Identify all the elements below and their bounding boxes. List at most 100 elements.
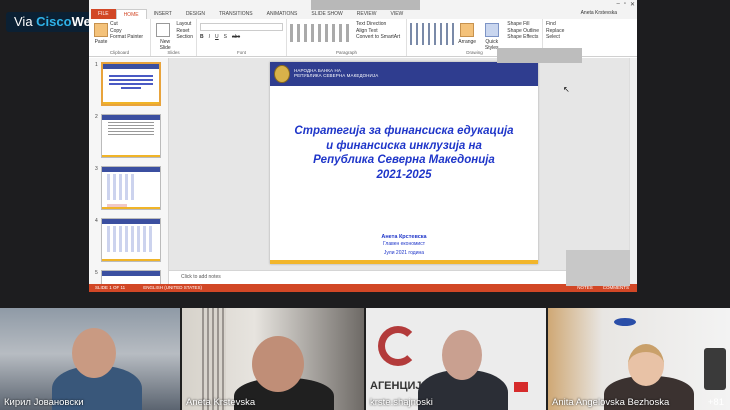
shape-effects-button[interactable]: Shape Effects bbox=[507, 34, 539, 41]
convert-smartart-button[interactable]: Convert to SmartArt bbox=[356, 34, 400, 41]
ribbon-tabs: FILE HOME INSERT DESIGN TRANSITIONS ANIM… bbox=[89, 9, 637, 19]
font-name-input[interactable] bbox=[200, 23, 283, 31]
tab-transitions[interactable]: TRANSITIONS bbox=[212, 9, 260, 19]
thumbnail-image[interactable] bbox=[101, 270, 161, 284]
minimize-icon[interactable]: – bbox=[616, 1, 619, 8]
self-view-tile[interactable] bbox=[704, 348, 726, 390]
format-painter-button[interactable]: Format Painter bbox=[110, 34, 143, 41]
thumbnail-number: 3 bbox=[95, 166, 98, 172]
tab-file[interactable]: FILE bbox=[91, 9, 116, 19]
redacted-region bbox=[311, 0, 420, 10]
institution-name: НАРОДНА БАНКА НА РЕПУБЛИКА СЕВЕРНА МАКЕД… bbox=[294, 68, 379, 78]
tab-view[interactable]: VIEW bbox=[384, 9, 411, 19]
thumbnail-image[interactable] bbox=[101, 218, 161, 262]
paragraph-group: Text Direction Align Text Convert to Sma… bbox=[287, 19, 407, 56]
slides-label: Slides bbox=[167, 50, 180, 55]
signed-in-user[interactable]: Aneta Krstevska bbox=[581, 10, 617, 16]
thumbnail-number: 2 bbox=[95, 114, 98, 120]
participant-name: krste.shajnoski bbox=[370, 397, 433, 408]
slide-footer-band bbox=[270, 260, 538, 264]
vertical-scrollbar[interactable] bbox=[629, 58, 637, 284]
slide-title-line: и финансиска инклузија на bbox=[326, 139, 482, 152]
paragraph-label: Paragraph bbox=[335, 50, 357, 55]
badge-prefix: Via bbox=[14, 14, 37, 29]
section-button[interactable]: Section bbox=[176, 34, 193, 41]
thumbnail-image[interactable] bbox=[101, 114, 161, 158]
tab-home[interactable]: HOME bbox=[115, 9, 147, 19]
thumbnail-4[interactable]: 4 bbox=[89, 214, 168, 266]
thumbnail-image[interactable] bbox=[101, 166, 161, 210]
select-button[interactable]: Select bbox=[546, 34, 590, 41]
paste-icon[interactable] bbox=[94, 23, 108, 37]
thumbnail-2[interactable]: 2 bbox=[89, 110, 168, 162]
participant-tile[interactable]: АГЕНЦИЈА ЗА krste.shajnoski bbox=[366, 308, 546, 410]
shadow-button[interactable]: S bbox=[224, 34, 227, 40]
new-slide-icon[interactable] bbox=[156, 23, 170, 37]
shapes-gallery[interactable] bbox=[410, 23, 456, 45]
slide-author: Анета Крстевска bbox=[381, 234, 427, 240]
slide-editor[interactable]: НАРОДНА БАНКА НА РЕПУБЛИКА СЕВЕРНА МАКЕД… bbox=[169, 58, 629, 270]
layout-button[interactable]: Layout bbox=[176, 21, 193, 28]
thumbnail-5[interactable]: 5 bbox=[89, 266, 168, 284]
more-participants-count[interactable]: +81 bbox=[708, 397, 724, 408]
window-blinds bbox=[202, 308, 226, 410]
paste-button[interactable]: Paste bbox=[92, 39, 110, 45]
slide-title[interactable]: Стратегија за финансиска едукација и фин… bbox=[280, 124, 528, 182]
font-label: Font bbox=[236, 50, 246, 55]
shared-screen-area: Via CiscoWebex – ▫ ✕ FILE HOME INSERT DE… bbox=[0, 0, 730, 308]
clipboard-group: Paste Cut Copy Format Painter Clipboard bbox=[89, 19, 151, 56]
thumbnail-number: 5 bbox=[95, 270, 98, 276]
underline-button[interactable]: U bbox=[215, 34, 219, 40]
redacted-region bbox=[497, 48, 582, 63]
slide-title-line: Република Северна Македонија bbox=[313, 154, 495, 166]
flag-icon bbox=[514, 382, 528, 392]
slide-title-line: Стратегија за финансиска едукација bbox=[294, 125, 514, 137]
participant-tile[interactable]: Anita Angelovska Bezhoska +81 bbox=[548, 308, 730, 410]
agency-logo bbox=[378, 326, 418, 366]
window-controls: – ▫ ✕ bbox=[616, 1, 635, 8]
quick-styles-icon[interactable] bbox=[484, 23, 499, 37]
language-indicator[interactable]: ENGLISH (UNITED STATES) bbox=[143, 284, 202, 292]
slide-header-band: НАРОДНА БАНКА НА РЕПУБЛИКА СЕВЕРНА МАКЕД… bbox=[270, 62, 538, 86]
thumbnail-number: 1 bbox=[95, 62, 98, 68]
restore-icon[interactable]: ▫ bbox=[624, 1, 626, 8]
tab-design[interactable]: DESIGN bbox=[179, 9, 212, 19]
badge-cisco: Cisco bbox=[36, 14, 72, 29]
participant-tile[interactable]: Aneta Krstevska bbox=[182, 308, 364, 410]
tab-animations[interactable]: ANIMATIONS bbox=[260, 9, 305, 19]
thumbnail-number: 4 bbox=[95, 218, 98, 224]
thumbnail-image[interactable] bbox=[101, 62, 161, 106]
tab-review[interactable]: REVIEW bbox=[350, 9, 384, 19]
notes-pane[interactable]: Click to add notes bbox=[169, 270, 629, 284]
participant-head bbox=[72, 328, 116, 378]
current-slide[interactable]: НАРОДНА БАНКА НА РЕПУБЛИКА СЕВЕРНА МАКЕД… bbox=[270, 62, 538, 264]
strikethrough-button[interactable]: abc bbox=[232, 34, 240, 40]
participant-head bbox=[442, 330, 482, 380]
slide-title-line: 2021-2025 bbox=[376, 168, 432, 181]
thumbnail-1[interactable]: 1 bbox=[89, 58, 168, 110]
participant-name: Aneta Krstevska bbox=[186, 397, 256, 408]
nbrsm-seal-icon bbox=[274, 65, 290, 83]
arrange-icon[interactable] bbox=[460, 23, 475, 37]
slides-group: New Slide Layout Reset Section Slides bbox=[151, 19, 197, 56]
participant-head bbox=[252, 336, 304, 392]
close-icon[interactable]: ✕ bbox=[630, 1, 635, 8]
paragraph-buttons[interactable] bbox=[290, 24, 350, 42]
slide-author-role: Главен економист bbox=[382, 241, 426, 247]
status-bar: SLIDE 1 OF 11 ENGLISH (UNITED STATES) NO… bbox=[89, 284, 637, 292]
participant-tile[interactable]: Кирил Јовановски bbox=[0, 308, 180, 410]
powerpoint-window: – ▫ ✕ FILE HOME INSERT DESIGN TRANSITION… bbox=[89, 0, 637, 292]
tab-insert[interactable]: INSERT bbox=[147, 9, 179, 19]
thumbnail-3[interactable]: 3 bbox=[89, 162, 168, 214]
arrange-button[interactable]: Arrange bbox=[458, 39, 476, 45]
slide-thumbnail-pane: 1 2 3 4 5 bbox=[89, 58, 169, 284]
bold-button[interactable]: B bbox=[200, 34, 204, 40]
italic-button[interactable]: I bbox=[209, 34, 210, 40]
slide-date: Јули 2021 година bbox=[383, 250, 425, 256]
font-group: B I U S abc Font bbox=[197, 19, 287, 56]
participant-name: Anita Angelovska Bezhoska bbox=[552, 397, 670, 408]
participant-video-strip: Кирил Јовановски Aneta Krstevska АГЕНЦИЈ… bbox=[0, 308, 730, 410]
redacted-region bbox=[566, 250, 630, 286]
tab-slide-show[interactable]: SLIDE SHOW bbox=[304, 9, 349, 19]
ceiling-lamp bbox=[614, 318, 636, 326]
